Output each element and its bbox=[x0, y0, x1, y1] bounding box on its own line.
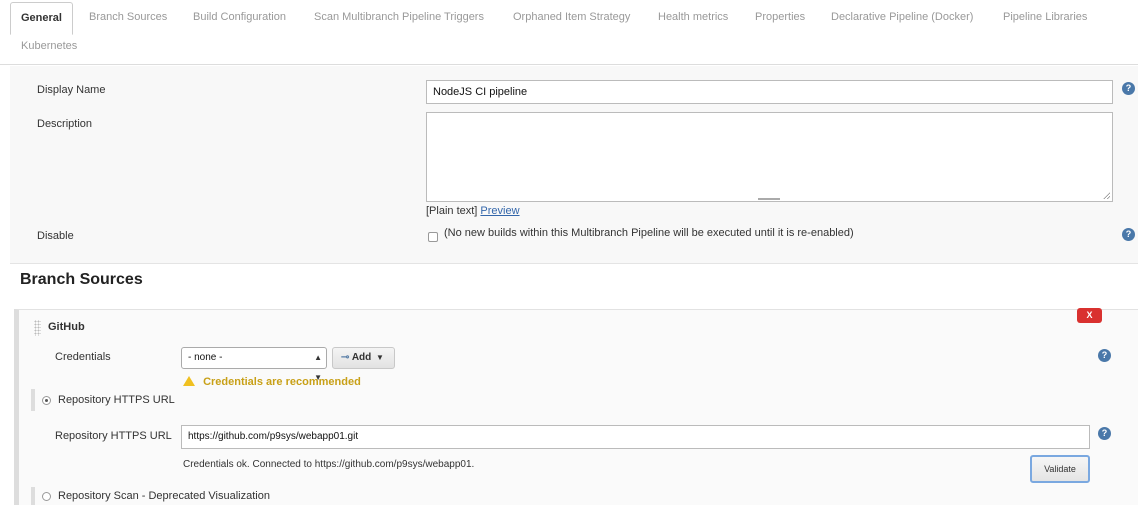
credentials-warning: Credentials are recommended bbox=[183, 376, 361, 388]
plain-text-note: [Plain text] Preview bbox=[426, 205, 520, 217]
warning-triangle-icon bbox=[183, 376, 195, 386]
tab-general[interactable]: General bbox=[10, 2, 73, 35]
repo-scan-radio[interactable] bbox=[42, 492, 51, 501]
repo-url-input[interactable]: https://github.com/p9sys/webapp01.git bbox=[181, 425, 1090, 449]
plain-text-label: [Plain text] bbox=[426, 205, 478, 217]
github-source-block bbox=[14, 309, 1138, 505]
indent-bar bbox=[31, 389, 35, 411]
display-name-help-icon[interactable]: ? bbox=[1122, 82, 1135, 95]
display-name-input[interactable]: NodeJS CI pipeline bbox=[426, 80, 1113, 104]
tab-orphaned-item-strategy[interactable]: Orphaned Item Strategy bbox=[513, 10, 630, 24]
credentials-select[interactable]: - none - ▲ ▼ bbox=[181, 347, 327, 382]
tab-properties[interactable]: Properties bbox=[755, 10, 805, 24]
tab-scan-triggers[interactable]: Scan Multibranch Pipeline Triggers bbox=[314, 10, 484, 24]
disable-checkbox[interactable] bbox=[428, 232, 438, 242]
key-icon: ⊸ bbox=[341, 352, 350, 363]
tab-pipeline-libraries[interactable]: Pipeline Libraries bbox=[1003, 10, 1087, 24]
caret-down-icon: ▼ bbox=[376, 353, 384, 362]
add-credentials-button[interactable]: ⊸ Add ▼ bbox=[332, 347, 395, 369]
repo-scan-radio-label: Repository Scan - Deprecated Visualizati… bbox=[58, 490, 270, 502]
preview-link[interactable]: Preview bbox=[480, 205, 519, 217]
tab-kubernetes[interactable]: Kubernetes bbox=[21, 39, 77, 53]
add-button-label: Add bbox=[351, 352, 372, 363]
indent-bar-2 bbox=[31, 487, 35, 505]
tab-build-configuration[interactable]: Build Configuration bbox=[193, 10, 286, 24]
tab-health-metrics[interactable]: Health metrics bbox=[658, 10, 728, 24]
tab-declarative-pipeline-docker[interactable]: Declarative Pipeline (Docker) bbox=[831, 10, 973, 24]
credentials-warning-text: Credentials are recommended bbox=[203, 376, 361, 388]
validate-button[interactable]: Validate bbox=[1030, 455, 1090, 483]
validation-message: Credentials ok. Connected to https://git… bbox=[183, 459, 475, 470]
delete-source-button[interactable]: X bbox=[1077, 308, 1102, 323]
disable-label: Disable bbox=[37, 230, 74, 242]
disable-description: (No new builds within this Multibranch P… bbox=[444, 227, 854, 239]
repo-url-help-icon[interactable]: ? bbox=[1098, 427, 1111, 440]
branch-sources-title: Branch Sources bbox=[20, 271, 143, 288]
display-name-label: Display Name bbox=[37, 84, 106, 96]
config-tab-bar: General Branch Sources Build Configurati… bbox=[0, 0, 1138, 65]
description-label: Description bbox=[37, 118, 93, 130]
disable-help-icon[interactable]: ? bbox=[1122, 228, 1135, 241]
repo-url-label: Repository HTTPS URL bbox=[55, 430, 172, 442]
repo-url-radio-label: Repository HTTPS URL bbox=[58, 394, 175, 406]
textarea-resize-grip[interactable] bbox=[758, 198, 780, 200]
description-textarea[interactable] bbox=[426, 112, 1113, 202]
credentials-help-icon[interactable]: ? bbox=[1098, 349, 1111, 362]
description-value bbox=[427, 113, 1112, 121]
tab-branch-sources[interactable]: Branch Sources bbox=[89, 10, 167, 24]
credentials-selected-value: - none - bbox=[188, 352, 223, 363]
textarea-corner-resize[interactable] bbox=[1103, 192, 1110, 199]
credentials-label: Credentials bbox=[55, 351, 111, 363]
source-title: GitHub bbox=[48, 321, 85, 333]
repo-url-radio[interactable] bbox=[42, 396, 51, 405]
drag-handle-icon[interactable] bbox=[34, 320, 41, 336]
